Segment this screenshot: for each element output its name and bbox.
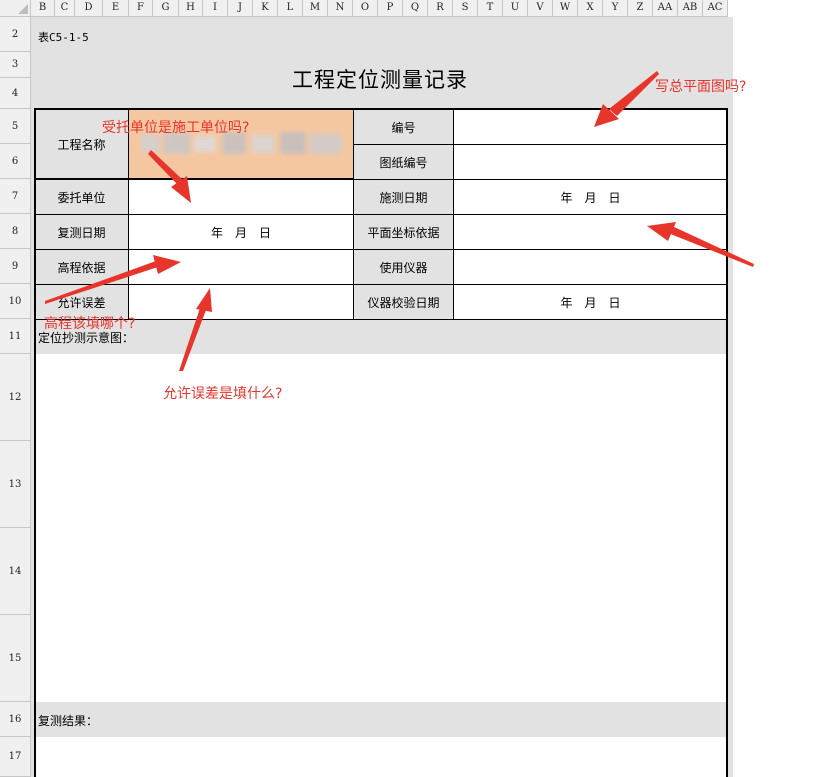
- arrow-to-elevation-basis-head: [153, 255, 181, 274]
- arrow-to-plane-coordinate-head: [647, 222, 676, 241]
- annotation-client-question: 受托单位是施工单位吗?: [102, 120, 250, 136]
- annotation-plan-question: 写总平面图吗?: [655, 79, 747, 95]
- arrow-to-tolerance-field-head: [196, 288, 212, 312]
- annotation-tolerance-question: 允许误差是填什么?: [163, 386, 283, 402]
- arrow-to-number-field: [609, 71, 659, 116]
- arrow-to-elevation-basis: [45, 261, 158, 304]
- annotation-elevation-question: 高程该填哪个?: [44, 316, 136, 332]
- arrow-to-client-field: [148, 150, 183, 184]
- arrow-to-plane-coordinate: [668, 226, 754, 267]
- arrow-to-tolerance-field: [179, 308, 206, 371]
